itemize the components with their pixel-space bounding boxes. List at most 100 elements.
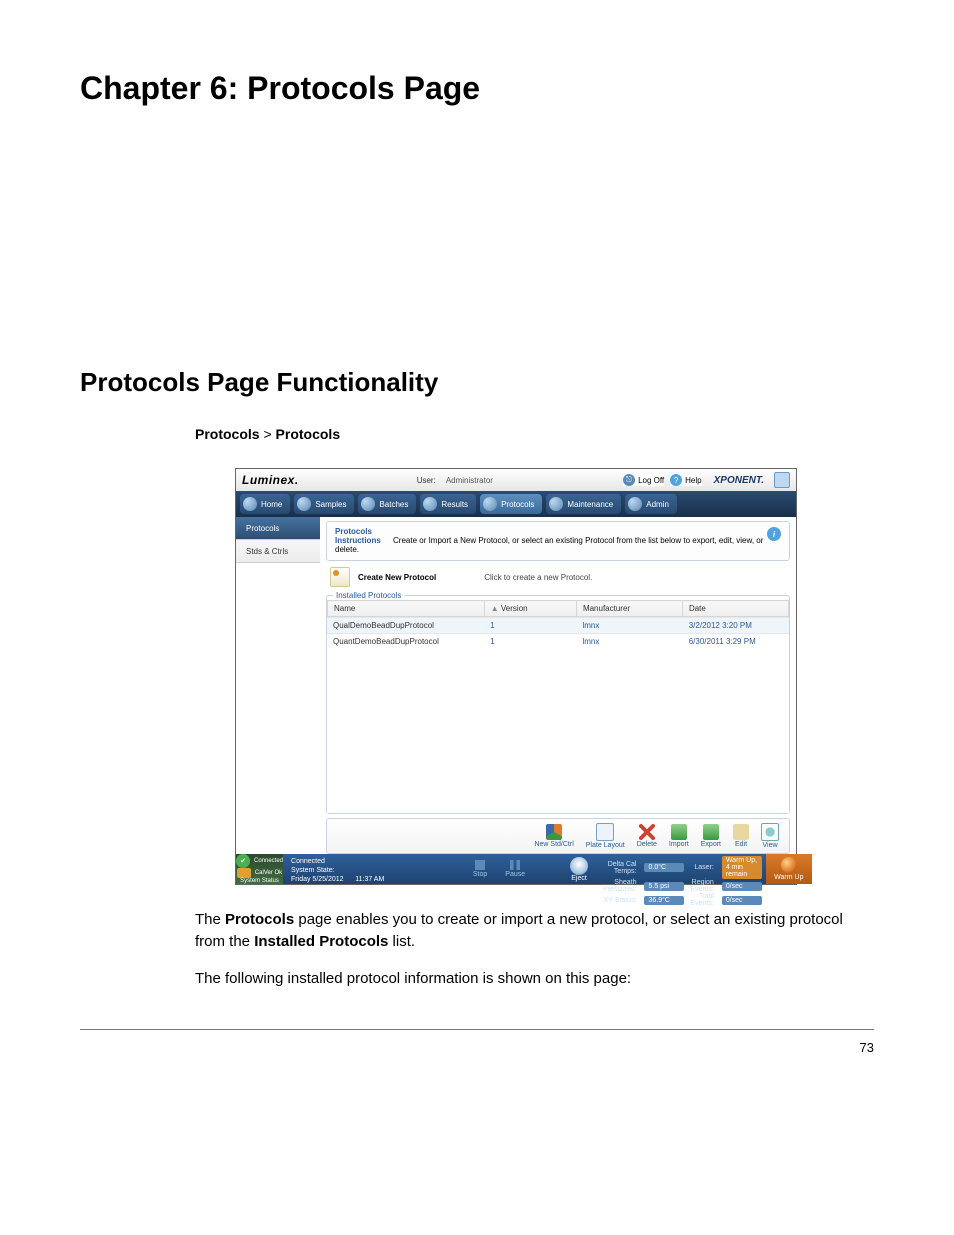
tab-home-label: Home bbox=[261, 500, 282, 509]
import-icon bbox=[671, 824, 687, 840]
run-controls: Stop Pause bbox=[439, 854, 559, 884]
eject-button[interactable]: Eject bbox=[559, 854, 599, 884]
pane-help-icon[interactable]: i bbox=[767, 527, 781, 541]
col-version-label: Version bbox=[501, 604, 528, 613]
results-icon bbox=[423, 497, 437, 511]
sub-nav: Protocols Stds & Ctrls bbox=[236, 517, 320, 854]
eject-icon bbox=[570, 857, 588, 875]
help-icon: ? bbox=[670, 474, 682, 486]
tab-maintenance[interactable]: Maintenance bbox=[546, 494, 621, 514]
col-version[interactable]: ▲ Version bbox=[484, 601, 576, 617]
samples-icon bbox=[297, 497, 311, 511]
admin-icon bbox=[628, 497, 642, 511]
installed-protocols-group: Installed Protocols Name ▲ Version Manuf… bbox=[326, 595, 790, 814]
cell-version: 1 bbox=[484, 634, 576, 650]
status-mid: Connected System State: Friday 5/25/2012… bbox=[283, 854, 439, 884]
window-restore-icon[interactable] bbox=[774, 472, 790, 488]
action-export[interactable]: Export bbox=[701, 824, 721, 848]
tab-batches-label: Batches bbox=[379, 500, 408, 509]
action-label: Import bbox=[669, 841, 689, 848]
connected-icon: ✔ bbox=[236, 854, 250, 868]
cell-date: 6/30/2011 3:29 PM bbox=[683, 634, 789, 650]
ro-region-value: 0/sec bbox=[722, 882, 762, 891]
body-paragraph-1: The Protocols page enables you to create… bbox=[195, 909, 874, 953]
body-paragraph-2: The following installed protocol informa… bbox=[195, 968, 874, 990]
p1-post: list. bbox=[388, 933, 415, 950]
new-std-ctrl-icon bbox=[546, 824, 562, 840]
tab-protocols-label: Protocols bbox=[501, 500, 534, 509]
action-bar: New Std/Ctrl Plate Layout Delete Import … bbox=[326, 818, 790, 854]
ro-delta-value: 0.0°C bbox=[644, 863, 684, 872]
tab-samples[interactable]: Samples bbox=[294, 494, 354, 514]
delete-icon bbox=[639, 824, 655, 840]
pause-button[interactable]: Pause bbox=[505, 860, 525, 878]
logoff-button[interactable]: ⎋ Log Off bbox=[623, 474, 664, 486]
action-edit[interactable]: Edit bbox=[733, 824, 749, 848]
app-screenshot: Luminex. User: Administrator ⎋ Log Off ?… bbox=[235, 468, 797, 885]
tab-results[interactable]: Results bbox=[420, 494, 476, 514]
connected-label: Connected bbox=[254, 858, 283, 864]
edit-icon bbox=[733, 824, 749, 840]
action-new-std-ctrl[interactable]: New Std/Ctrl bbox=[534, 824, 573, 848]
ro-xy-label: XY Status: bbox=[603, 897, 638, 904]
ro-sheath-value: 5.5 psi bbox=[644, 882, 684, 891]
warmup-button[interactable]: Warm Up bbox=[766, 854, 812, 884]
subnav-stds-ctrls[interactable]: Stds & Ctrls bbox=[236, 540, 320, 563]
ro-total-label: Total Events: bbox=[690, 893, 715, 907]
status-date: Friday 5/25/2012 bbox=[291, 876, 344, 883]
action-import[interactable]: Import bbox=[669, 824, 689, 848]
tab-admin[interactable]: Admin bbox=[625, 494, 677, 514]
action-label: Edit bbox=[735, 841, 747, 848]
user-label: User: bbox=[417, 476, 436, 485]
create-protocol-icon[interactable] bbox=[330, 567, 350, 587]
instructions-pane: i Protocols Instructions Create or Impor… bbox=[326, 521, 790, 561]
status-connected-text: Connected bbox=[291, 857, 431, 866]
col-name[interactable]: Name bbox=[328, 601, 485, 617]
ro-region-label: Region Events: bbox=[690, 879, 715, 893]
brand-logo: Luminex. bbox=[242, 473, 299, 487]
protocols-icon bbox=[483, 497, 497, 511]
tab-samples-label: Samples bbox=[315, 500, 346, 509]
action-label: Export bbox=[701, 841, 721, 848]
create-protocol-button[interactable]: Create New Protocol bbox=[358, 573, 436, 582]
system-status-label: System Status bbox=[240, 878, 279, 884]
action-label: Delete bbox=[637, 841, 657, 848]
create-protocol-row: Create New Protocol Click to create a ne… bbox=[326, 561, 790, 591]
action-view[interactable]: View bbox=[761, 823, 779, 849]
tab-batches[interactable]: Batches bbox=[358, 494, 416, 514]
section-title: Protocols Page Functionality bbox=[80, 367, 874, 398]
action-label: New Std/Ctrl bbox=[534, 841, 573, 848]
view-icon bbox=[761, 823, 779, 841]
action-delete[interactable]: Delete bbox=[637, 824, 657, 848]
subnav-protocols[interactable]: Protocols bbox=[236, 517, 320, 540]
help-button[interactable]: ? Help bbox=[670, 474, 701, 486]
ro-xy-value: 36.9°C bbox=[644, 896, 684, 905]
table-row[interactable]: QuantDemoBeadDupProtocol 1 lmnx 6/30/201… bbox=[327, 634, 789, 650]
breadcrumb: Protocols > Protocols bbox=[195, 426, 874, 442]
calver-icon bbox=[237, 868, 251, 878]
cell-manufacturer: lmnx bbox=[576, 618, 682, 634]
export-icon bbox=[703, 824, 719, 840]
pause-icon bbox=[510, 860, 520, 870]
cell-manufacturer: lmnx bbox=[576, 634, 682, 650]
col-manufacturer[interactable]: Manufacturer bbox=[576, 601, 682, 617]
tab-home[interactable]: Home bbox=[240, 494, 290, 514]
system-status-block[interactable]: ✔ Connected CalVer Ok System Status bbox=[236, 854, 283, 884]
warmup-icon bbox=[781, 857, 797, 873]
pane-title-2: Instructions bbox=[335, 536, 381, 545]
logoff-icon: ⎋ bbox=[623, 474, 635, 486]
action-plate-layout[interactable]: Plate Layout bbox=[586, 823, 625, 849]
stop-button[interactable]: Stop bbox=[473, 860, 487, 878]
home-icon bbox=[243, 497, 257, 511]
help-label: Help bbox=[685, 476, 701, 485]
logoff-label: Log Off bbox=[638, 476, 664, 485]
breadcrumb-b: Protocols bbox=[276, 426, 341, 442]
status-readouts: Delta Cal Temps: 0.0°C Laser: Warm Up, 4… bbox=[599, 854, 766, 884]
secondary-logo: XPONENT. bbox=[714, 475, 764, 486]
table-header-row: Name ▲ Version Manufacturer Date bbox=[328, 601, 789, 617]
table-row[interactable]: QualDemoBeadDupProtocol 1 lmnx 3/2/2012 … bbox=[327, 618, 789, 634]
tab-protocols[interactable]: Protocols bbox=[480, 494, 542, 514]
chapter-title: Chapter 6: Protocols Page bbox=[80, 70, 874, 107]
col-date[interactable]: Date bbox=[682, 601, 788, 617]
breadcrumb-sep: > bbox=[260, 426, 276, 442]
